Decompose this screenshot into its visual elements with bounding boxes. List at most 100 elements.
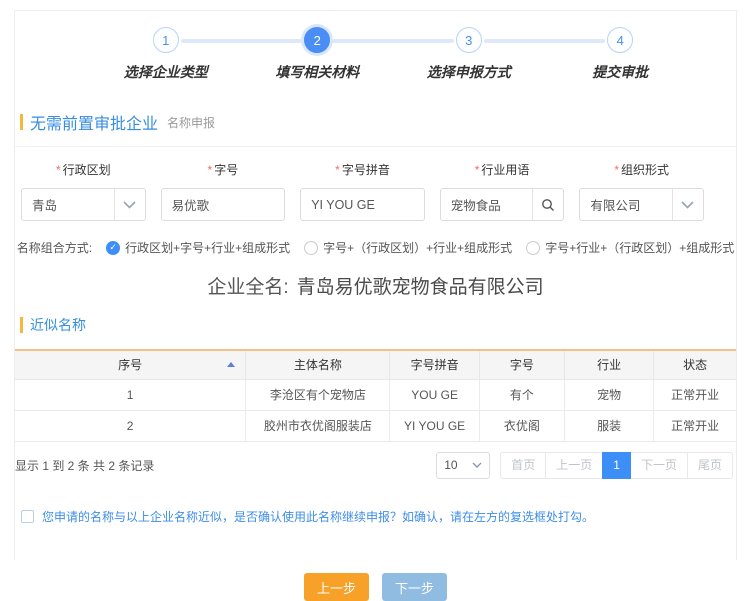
trade-name-label: *字号 [161,161,286,178]
trade-name-pinyin-value: YI YOU GE [301,198,424,212]
similar-names-table: 序号 主体名称 字号拼音 字号 行业 状态 1 李沧区有个宠物店 YOU GE … [15,349,736,442]
cell-industry: 宠物 [564,379,653,410]
section-no-preapproval: 无需前置审批企业 名称申报 [15,110,736,147]
organization-form-label: *组织形式 [579,161,704,178]
field-organization-form: *组织形式 有限公司 [579,161,704,221]
industry-term-label: *行业用语 [440,161,565,178]
table-footer: 显示 1 到 2 条 共 2 条记录 10 首页 上一页 1 下一页 尾页 [15,452,736,479]
confirm-checkbox[interactable] [21,510,34,523]
header-industry[interactable]: 行业 [564,350,653,379]
section-bar [20,114,23,130]
chevron-down-icon [472,462,482,468]
combination-label: 名称组合方式: [17,239,92,256]
pagination-last-button[interactable]: 尾页 [687,452,733,479]
cell-trade-name: 衣优阁 [479,410,564,441]
radio-combination-1[interactable]: ✓ 行政区划+字号+行业+组成形式 [106,239,290,256]
field-trade-name: *字号 易优歌 [161,161,286,221]
cell-status: 正常开业 [654,379,736,410]
confirm-similar-name-row: 您申请的名称与以上企业名称近似，是否确认使用此名称继续申报？如确认，请在左方的复… [15,509,736,526]
cell-entity-name: 李沧区有个宠物店 [246,379,390,410]
step-1-label: 选择企业类型 [124,62,208,82]
search-icon[interactable] [532,189,563,220]
section-subtitle: 名称申报 [167,114,215,131]
admin-division-label: *行政区划 [21,161,146,178]
step-3-label: 选择申报方式 [427,62,511,82]
page-size-value: 10 [444,458,457,472]
name-form: *行政区划 青岛 *字号 易优歌 *字号拼音 YI YOU GE [15,147,736,221]
step-1-select-enterprise-type[interactable]: 1 选择企业类型 [90,27,242,82]
trade-name-input[interactable]: 易优歌 [161,188,286,221]
section-similar-names: 近似名称 [15,315,736,335]
cell-trade-name: 有个 [479,379,564,410]
admin-division-value: 青岛 [22,195,114,214]
radio-combination-3[interactable]: 字号+行业+（行政区划）+组成形式 [526,239,734,256]
radio-checked-icon: ✓ [106,241,120,255]
trade-name-pinyin-label: *字号拼音 [300,161,425,178]
step-3-select-declare-method[interactable]: 3 选择申报方式 [393,27,545,82]
field-industry-term: *行业用语 宠物食品 [440,161,565,221]
header-trade-name[interactable]: 字号 [479,350,564,379]
header-entity-name[interactable]: 主体名称 [246,350,390,379]
industry-term-input[interactable]: 宠物食品 [440,188,565,221]
required-asterisk: * [475,163,480,177]
required-asterisk: * [335,163,340,177]
radio-combination-3-label: 字号+行业+（行政区划）+组成形式 [545,239,734,256]
header-seq[interactable]: 序号 [15,350,246,379]
radio-combination-2[interactable]: 字号+（行政区划）+行业+组成形式 [304,239,512,256]
step-3-circle: 3 [456,27,482,53]
section-title: 无需前置审批企业 [30,110,158,134]
next-step-button[interactable]: 下一步 [382,573,447,601]
table-header-row: 序号 主体名称 字号拼音 字号 行业 状态 [15,350,736,379]
step-2-circle: 2 [304,27,330,53]
required-asterisk: * [208,163,213,177]
sort-asc-icon[interactable] [227,362,235,367]
pagination-next-button[interactable]: 下一页 [630,452,688,479]
organization-form-select[interactable]: 有限公司 [579,188,704,221]
similar-names-title: 近似名称 [30,315,86,335]
step-4-circle: 4 [607,27,633,53]
pagination-first-button[interactable]: 首页 [500,452,546,479]
full-name-label: 企业全名: [207,277,288,298]
wizard-actions: 上一步 下一步 [15,573,736,601]
chevron-down-icon[interactable] [672,189,703,220]
header-pinyin[interactable]: 字号拼音 [390,350,479,379]
cell-entity-name: 胶州市衣优阁服装店 [246,410,390,441]
stepper: 1 选择企业类型 2 填写相关材料 3 选择申报方式 4 提交审批 [15,11,736,82]
required-asterisk: * [56,163,61,177]
header-status[interactable]: 状态 [654,350,736,379]
previous-step-button[interactable]: 上一步 [304,573,369,601]
step-4-submit-approval[interactable]: 4 提交审批 [545,27,697,82]
cell-pinyin: YI YOU GE [390,410,479,441]
field-trade-name-pinyin: *字号拼音 YI YOU GE [300,161,425,221]
main-panel: 1 选择企业类型 2 填写相关材料 3 选择申报方式 4 提交审批 无需前置审批… [14,10,737,560]
pagination: 10 首页 上一页 1 下一页 尾页 [436,452,733,479]
cell-industry: 服装 [564,410,653,441]
radio-combination-2-label: 字号+（行政区划）+行业+组成形式 [323,239,512,256]
step-4-label: 提交审批 [592,62,648,82]
cell-pinyin: YOU GE [390,379,479,410]
table-row[interactable]: 1 李沧区有个宠物店 YOU GE 有个 宠物 正常开业 [15,379,736,410]
field-admin-division: *行政区划 青岛 [21,161,146,221]
admin-division-select[interactable]: 青岛 [21,188,146,221]
radio-unchecked-icon [526,241,540,255]
step-2-label: 填写相关材料 [275,62,359,82]
trade-name-pinyin-input[interactable]: YI YOU GE [300,188,425,221]
radio-combination-1-label: 行政区划+字号+行业+组成形式 [125,239,290,256]
section-bar [20,317,23,333]
step-2-fill-materials[interactable]: 2 填写相关材料 [242,27,394,82]
radio-unchecked-icon [304,241,318,255]
trade-name-value: 易优歌 [162,195,285,214]
name-combination-row: 名称组合方式: ✓ 行政区划+字号+行业+组成形式 字号+（行政区划）+行业+组… [15,239,736,256]
chevron-down-icon[interactable] [114,189,145,220]
table-row[interactable]: 2 胶州市衣优阁服装店 YI YOU GE 衣优阁 服装 正常开业 [15,410,736,441]
required-asterisk: * [614,163,619,177]
records-summary: 显示 1 到 2 条 共 2 条记录 [15,457,154,474]
pagination-page-1-button[interactable]: 1 [602,452,631,479]
full-name-value: 青岛易优歌宠物食品有限公司 [297,277,544,298]
step-1-circle: 1 [153,27,179,53]
enterprise-full-name: 企业全名: 青岛易优歌宠物食品有限公司 [15,272,736,299]
industry-term-value: 宠物食品 [441,195,533,214]
cell-seq: 1 [15,379,246,410]
page-size-select[interactable]: 10 [436,452,490,479]
pagination-prev-button[interactable]: 上一页 [545,452,603,479]
